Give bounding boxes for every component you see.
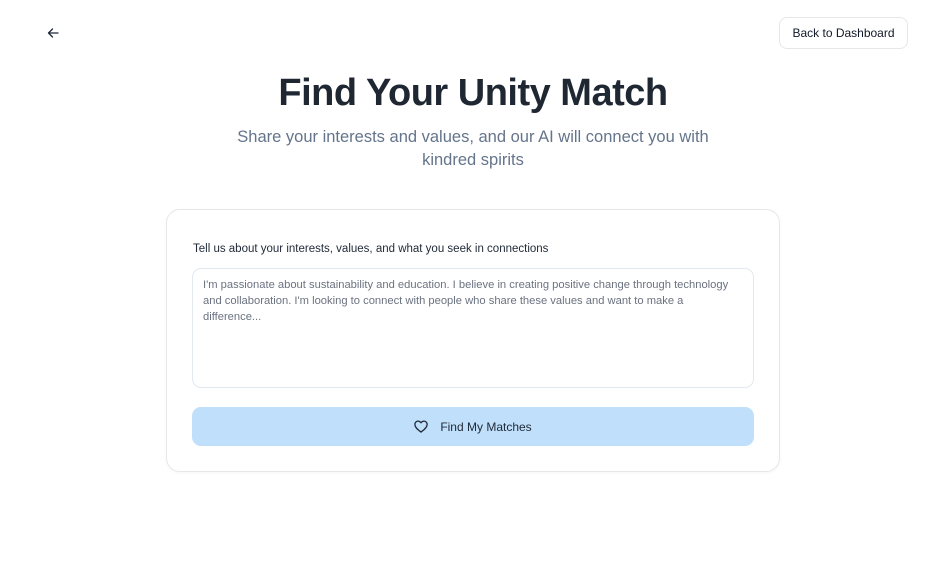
- arrow-left-icon[interactable]: [44, 24, 62, 42]
- find-matches-button[interactable]: Find My Matches: [192, 407, 754, 446]
- heart-icon: [414, 420, 429, 433]
- match-form-card: Tell us about your interests, values, an…: [166, 209, 780, 472]
- back-to-dashboard-button[interactable]: Back to Dashboard: [779, 17, 908, 49]
- page-title: Find Your Unity Match: [278, 72, 668, 114]
- interests-label: Tell us about your interests, values, an…: [193, 243, 549, 255]
- find-matches-label: Find My Matches: [440, 419, 532, 434]
- page: Back to Dashboard Find Your Unity Match …: [0, 0, 931, 574]
- page-subtitle: Share your interests and values, and our…: [237, 128, 709, 169]
- interests-textarea[interactable]: [192, 268, 754, 388]
